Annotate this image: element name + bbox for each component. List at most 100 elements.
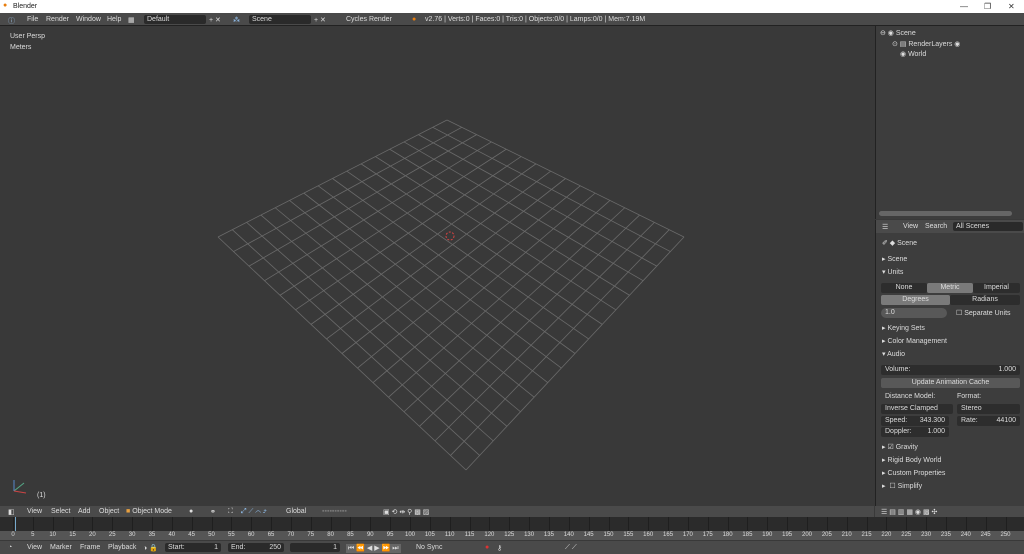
- item-label: World: [908, 51, 927, 58]
- menu-view[interactable]: View: [27, 508, 42, 515]
- menu-playback[interactable]: Playback: [108, 544, 136, 551]
- snap-icons[interactable]: ▣ ⟲ ⇹ ⚲ ▩ ▨: [383, 508, 429, 516]
- panel-simplify[interactable]: ▸ ☐ Simplify: [882, 482, 922, 490]
- frame-tick-label: 0: [11, 532, 15, 538]
- panel-keying-sets[interactable]: ▸ Keying Sets: [882, 324, 925, 332]
- render-engine-selector[interactable]: Cycles Render: [343, 15, 401, 24]
- grid-line: [419, 214, 640, 427]
- 3d-viewport[interactable]: User Persp Meters (1): [0, 26, 874, 506]
- mode-dropdown[interactable]: ■ Object Mode: [126, 508, 172, 515]
- playback-controls[interactable]: ⏮ ⏪ ◀ ▶ ⏩ ⏭: [346, 544, 401, 553]
- menu-help[interactable]: Help: [107, 16, 121, 23]
- update-animation-cache-button[interactable]: Update Animation Cache: [881, 378, 1020, 388]
- add-layout-button[interactable]: + ✕: [209, 16, 221, 24]
- panel-audio[interactable]: ▾ Audio: [882, 350, 905, 358]
- editor-type-icon[interactable]: ◔: [8, 544, 12, 551]
- pivot-icon[interactable]: ⚭: [210, 508, 216, 516]
- add-scene-button[interactable]: + ✕: [314, 16, 326, 24]
- record-icon[interactable]: ●: [485, 544, 489, 551]
- preview-range-icon[interactable]: ◑ 🔒: [143, 544, 158, 552]
- checkbox-label: Separate Units: [964, 310, 1011, 317]
- field-value: 1: [214, 544, 218, 551]
- timeline-area[interactable]: [0, 517, 1024, 531]
- menu-render[interactable]: Render: [46, 16, 69, 23]
- scene-selector[interactable]: Scene: [249, 15, 311, 24]
- menu-file[interactable]: File: [27, 16, 38, 23]
- translate-icon[interactable]: ⤢ ⟋ ⌒ ⤴: [241, 508, 267, 516]
- menu-frame[interactable]: Frame: [80, 544, 100, 551]
- degrees-button[interactable]: Degrees: [881, 295, 950, 305]
- menu-marker[interactable]: Marker: [50, 544, 72, 551]
- menu-add[interactable]: Add: [78, 508, 90, 515]
- editor-type-icon[interactable]: ☰: [882, 223, 888, 231]
- panel-rigid-body-world[interactable]: ▸ Rigid Body World: [882, 456, 941, 464]
- shading-icon[interactable]: ●: [189, 508, 193, 515]
- frame-ruler[interactable]: 0 5 10 15 20 25 30 35 40 45 50 55 60 65 70 75 80 85 90 95 10…: [0, 531, 1024, 540]
- format-dropdown[interactable]: Stereo: [957, 404, 1020, 414]
- unit-metric-button[interactable]: Metric: [927, 283, 973, 293]
- panel-color-management[interactable]: ▸ Color Management: [882, 337, 947, 345]
- outliner-scrollbar[interactable]: [879, 211, 1012, 216]
- frame-grid-line: [469, 517, 471, 531]
- orientation-dropdown[interactable]: Global: [286, 508, 306, 515]
- layers-icon[interactable]: ▪▪▪▪▪▪▪▪▪▪: [322, 508, 347, 515]
- start-frame-field[interactable]: Start: 1: [165, 543, 221, 552]
- menu-select[interactable]: Select: [51, 508, 70, 515]
- blender-icon: ●: [412, 16, 417, 23]
- 3d-cursor-icon[interactable]: [445, 231, 455, 241]
- maximize-button[interactable]: ❐: [984, 2, 991, 11]
- menu-search[interactable]: Search: [925, 223, 947, 230]
- layout-selector[interactable]: Default: [144, 15, 206, 24]
- close-button[interactable]: ✕: [1008, 2, 1015, 11]
- frame-tick-label: 130: [524, 532, 535, 538]
- keying-set-icon[interactable]: ⚷: [497, 544, 502, 552]
- scene-icon[interactable]: ⁂: [233, 16, 240, 24]
- panel-custom-properties[interactable]: ▸ Custom Properties: [882, 469, 945, 477]
- minimize-button[interactable]: —: [960, 2, 968, 11]
- layout-icon[interactable]: ▦: [128, 16, 135, 24]
- panel-label: Keying Sets: [887, 325, 925, 332]
- frame-tick-label: 55: [228, 532, 235, 538]
- frame-grid-line: [687, 517, 689, 531]
- field-label: Doppler:: [885, 428, 912, 435]
- frame-tick-label: 50: [208, 532, 215, 538]
- distance-model-dropdown[interactable]: Inverse Clamped: [881, 404, 953, 414]
- menu-view[interactable]: View: [903, 223, 918, 230]
- outliner-item-renderlayers[interactable]: ⊙ ▤ RenderLayers ◉: [892, 40, 960, 48]
- volume-field[interactable]: Volume: 1.000: [881, 365, 1020, 375]
- outliner-item-world[interactable]: ◉ World: [900, 50, 926, 58]
- context-label: Scene: [897, 240, 917, 247]
- frame-grid-line: [568, 517, 570, 531]
- scene-filter-dropdown[interactable]: All Scenes: [953, 222, 1023, 231]
- panel-units[interactable]: ▾ Units: [882, 268, 903, 276]
- keyframe-icons[interactable]: ⟋ ⟋: [565, 544, 577, 552]
- menu-view[interactable]: View: [27, 544, 42, 551]
- unit-scale-field[interactable]: 1.0: [881, 308, 947, 318]
- menu-window[interactable]: Window: [76, 16, 101, 23]
- unit-none-button[interactable]: None: [881, 283, 927, 293]
- field-label: End:: [231, 544, 246, 551]
- manipulator-icon[interactable]: ⛶: [228, 508, 233, 516]
- panel-label: Custom Properties: [887, 470, 946, 477]
- info-header: ⓘ File Render Window Help ▦ Default + ✕ …: [0, 13, 1024, 26]
- current-frame-marker[interactable]: [15, 517, 16, 531]
- separate-units-checkbox[interactable]: ☐ Separate Units: [956, 309, 1011, 317]
- doppler-field[interactable]: Doppler: 1.000: [881, 427, 949, 437]
- rate-field[interactable]: Rate: 44100: [957, 416, 1020, 426]
- speed-field[interactable]: Speed: 343.300: [881, 416, 949, 426]
- field-label: Speed:: [885, 417, 908, 424]
- panel-scene[interactable]: ▸ Scene: [882, 255, 907, 263]
- sync-dropdown[interactable]: No Sync: [413, 543, 475, 552]
- menu-object[interactable]: Object: [99, 508, 119, 515]
- radians-button[interactable]: Radians: [950, 295, 1020, 305]
- field-label: Volume:: [885, 366, 911, 373]
- panel-label: Rigid Body World: [887, 457, 942, 464]
- unit-imperial-button[interactable]: Imperial: [973, 283, 1020, 293]
- current-frame-field[interactable]: 1: [290, 543, 340, 552]
- editor-type-icon[interactable]: ◧: [8, 508, 15, 516]
- panel-gravity[interactable]: ▸ ☑ Gravity: [882, 443, 918, 451]
- info-icon[interactable]: ⓘ: [8, 16, 15, 26]
- end-frame-field[interactable]: End: 250: [228, 543, 284, 552]
- outliner-item-scene[interactable]: ⊖ ◉ Scene: [880, 29, 916, 37]
- properties-tab-icons[interactable]: ☰ ▤ ▥ ▦ ◉ ▩ ✣: [881, 508, 937, 516]
